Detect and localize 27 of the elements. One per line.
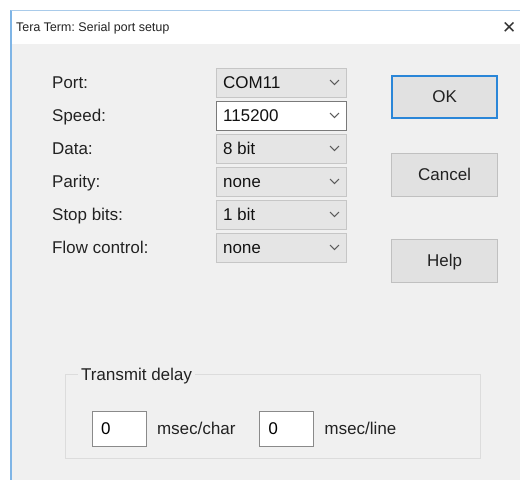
dialog-button[interactable]: Cancel [391,153,498,197]
dropdown[interactable]: 1 bit [216,200,347,230]
close-button[interactable]: ✕ [498,19,520,36]
input-field[interactable]: 0 [92,411,147,447]
window-title: Tera Term: Serial port setup [16,19,170,36]
caret-icon [329,211,340,218]
dropdown[interactable]: none [216,166,347,196]
dropdown[interactable]: 8 bit [216,134,347,164]
field-label: Speed: [52,104,107,127]
unit-label: msec/line [324,418,396,440]
input-field[interactable]: 0 [259,411,314,447]
field-label: Port: [52,72,89,94]
caret-icon [329,79,340,86]
field-label: Flow control: [52,236,150,259]
dialog-button[interactable]: OK [391,75,498,119]
caret-icon [329,244,340,251]
field-label: Stop bits: [52,204,124,226]
unit-label: msec/char [157,418,236,440]
caret-icon [329,178,340,185]
field-label: Parity: [52,170,102,193]
field-label: Data: [52,138,94,160]
caret-icon [329,112,340,119]
dropdown[interactable]: none [216,232,347,262]
dialog-button[interactable]: Help [391,239,498,283]
caret-icon [329,145,340,152]
dropdown[interactable]: COM11 [216,68,347,98]
combo-box[interactable]: 115200 [216,100,347,130]
